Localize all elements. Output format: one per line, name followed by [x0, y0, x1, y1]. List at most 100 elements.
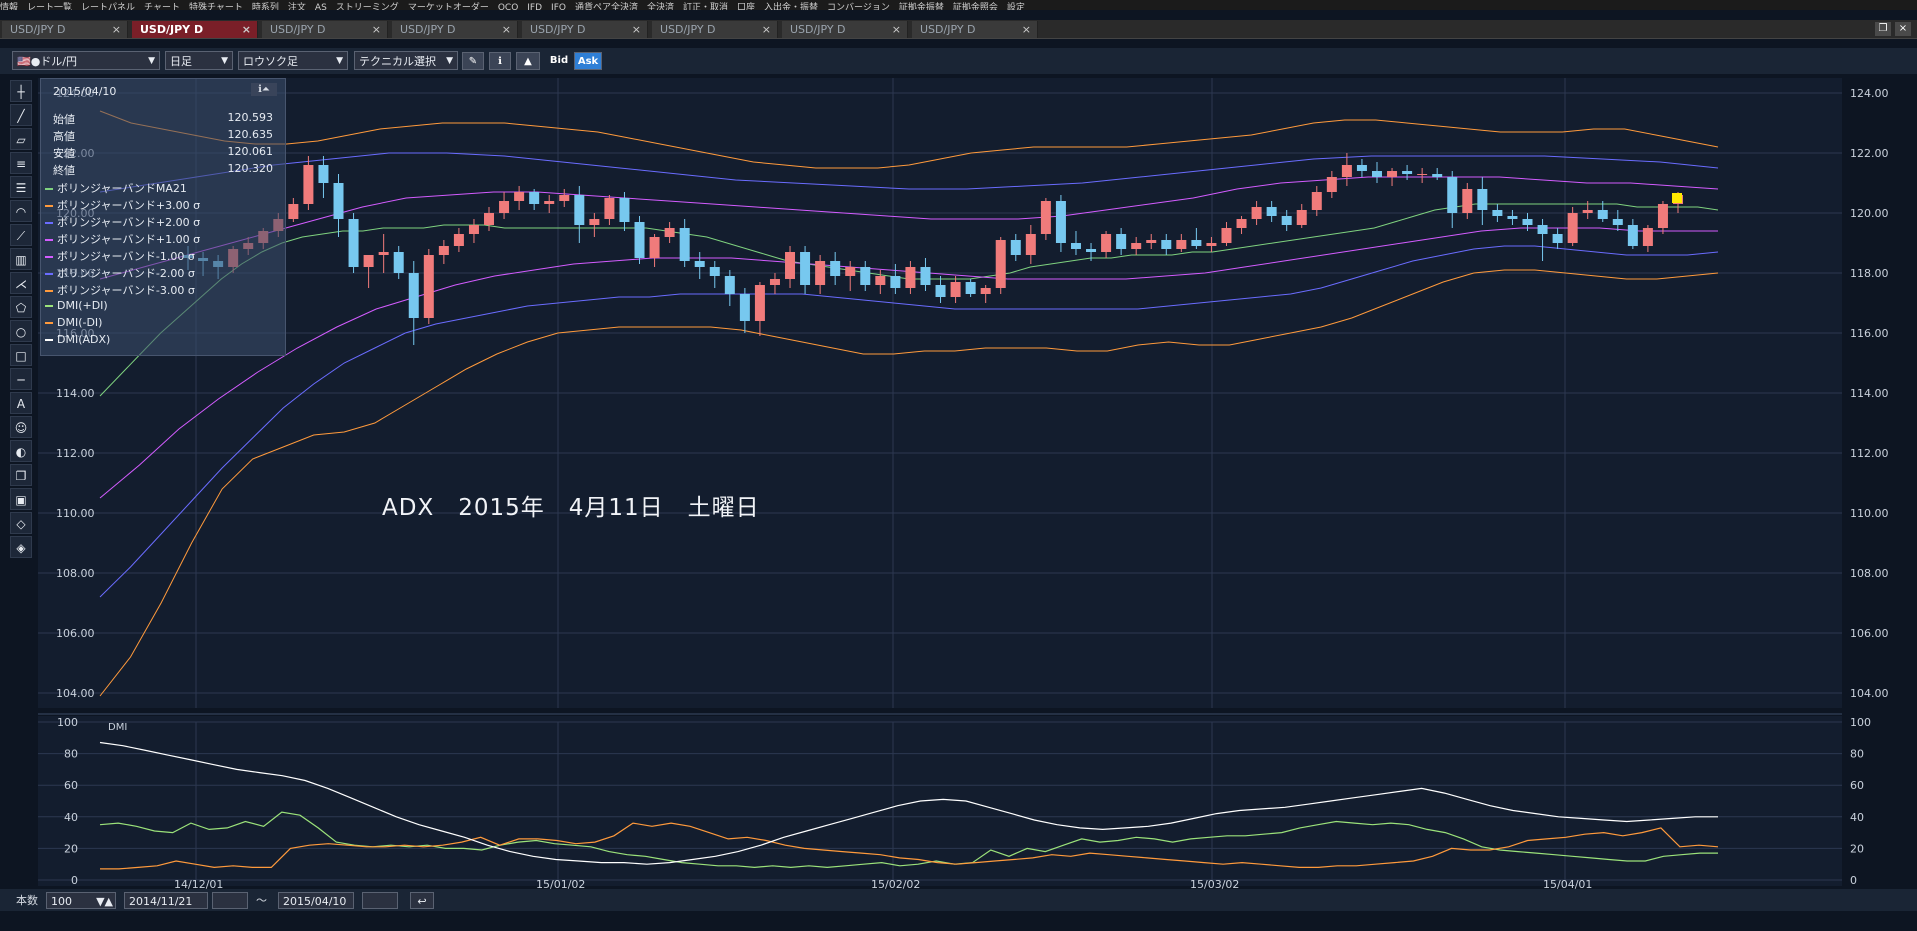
- legend-item[interactable]: ボリンジャーバンド+2.00 σ: [45, 214, 200, 229]
- price-chart[interactable]: 124.00124.00122.00122.00120.00120.00118.…: [0, 0, 1917, 931]
- legend-swatch: [45, 188, 53, 190]
- legend-swatch: [45, 222, 53, 224]
- y-tick-label: 110.00: [1850, 507, 1889, 520]
- legend-item[interactable]: DMI(-DI): [45, 316, 102, 331]
- dmi-y-tick-label: 20: [1850, 842, 1864, 855]
- candle-body: [785, 252, 796, 279]
- legend-label: ボリンジャーバンド+2.00 σ: [57, 216, 201, 229]
- y-tick-label: 116.00: [1850, 327, 1889, 340]
- candle-body: [1657, 204, 1668, 228]
- legend-item[interactable]: ボリンジャーバンド-1.00 σ: [45, 248, 195, 263]
- current-price-marker: [1672, 193, 1682, 203]
- range-bar: 本数 100 ▼▲ 2014/11/21 ～ 2015/04/10 ↩: [0, 889, 1917, 911]
- candle-body: [1025, 234, 1036, 255]
- candle-body: [604, 198, 615, 219]
- candle-body: [1341, 165, 1352, 177]
- info-row: 終値 120.320: [53, 162, 273, 177]
- candle-body: [965, 282, 976, 294]
- info-row: 高値 120.635: [53, 128, 273, 143]
- candle-body: [318, 165, 329, 183]
- legend-label: ボリンジャーバンド-3.00 σ: [57, 284, 195, 297]
- dmi-y-tick-label: 0: [1850, 874, 1857, 887]
- candle-body: [484, 213, 495, 225]
- y-tick-label: 118.00: [1850, 267, 1889, 280]
- candle-body: [1642, 228, 1653, 246]
- collapse-icon[interactable]: ℹ⏶: [251, 83, 277, 96]
- candle-body: [453, 234, 464, 246]
- candle-body: [1387, 171, 1398, 177]
- legend-item[interactable]: ボリンジャーバンド+3.00 σ: [45, 197, 200, 212]
- y-tick-label-left: 108.00: [56, 567, 95, 580]
- legend-item[interactable]: ボリンジャーバンド-2.00 σ: [45, 265, 195, 280]
- tilde-label: ～: [256, 894, 267, 907]
- legend-label: ボリンジャーバンド+3.00 σ: [57, 199, 201, 212]
- candle-body: [724, 276, 735, 294]
- legend-swatch: [45, 205, 53, 207]
- candle-body: [1191, 240, 1202, 246]
- legend-label: DMI(-DI): [57, 316, 103, 329]
- candle-body: [1402, 171, 1413, 174]
- legend-item[interactable]: DMI(+DI): [45, 299, 108, 314]
- legend-label: DMI(ADX): [57, 333, 111, 346]
- y-tick-label-left: 114.00: [56, 387, 95, 400]
- candle-body: [1131, 243, 1142, 249]
- dmi-y-tick-label-left: 20: [64, 842, 78, 855]
- info-value: 120.061: [227, 145, 274, 158]
- candle-body: [1447, 177, 1458, 213]
- legend-item[interactable]: ボリンジャーバンド-3.00 σ: [45, 282, 195, 297]
- legend-swatch: [45, 256, 53, 258]
- y-tick-label: 114.00: [1850, 387, 1889, 400]
- legend-item[interactable]: ボリンジャーバンド+1.00 σ: [45, 231, 200, 246]
- legend-label: DMI(+DI): [57, 299, 108, 312]
- candle-body: [875, 276, 886, 285]
- candle-body: [438, 246, 449, 255]
- candle-body: [1492, 210, 1503, 216]
- candle-body: [574, 195, 585, 225]
- candle-body: [679, 228, 690, 261]
- candle-body: [664, 228, 675, 237]
- candle-body: [288, 204, 299, 219]
- to-time-field[interactable]: [362, 892, 398, 909]
- candle-body: [1296, 210, 1307, 225]
- candle-body: [619, 198, 630, 222]
- candle-body: [1040, 201, 1051, 234]
- candle-body: [1537, 225, 1548, 234]
- from-date-field[interactable]: 2014/11/21: [124, 892, 208, 909]
- candle-body: [739, 294, 750, 321]
- spinner-icon[interactable]: ▼▲: [96, 893, 113, 910]
- candle-body: [529, 192, 540, 204]
- candle-body: [333, 183, 344, 219]
- candle-body: [920, 267, 931, 285]
- legend-swatch: [45, 322, 53, 324]
- count-spinner[interactable]: 100 ▼▲: [46, 892, 116, 909]
- candle-body: [1507, 216, 1518, 219]
- dmi-y-tick-label: 60: [1850, 779, 1864, 792]
- candle-body: [1627, 225, 1638, 246]
- legend-swatch: [45, 290, 53, 292]
- y-tick-label-left: 112.00: [56, 447, 95, 460]
- legend-item[interactable]: ボリンジャーバンドMA21: [45, 180, 187, 195]
- reload-icon[interactable]: ↩: [410, 892, 434, 909]
- legend-item[interactable]: DMI(ADX): [45, 333, 110, 348]
- candle-body: [980, 288, 991, 294]
- candle-body: [649, 237, 660, 258]
- candle-body: [499, 201, 510, 213]
- candle-body: [1597, 210, 1608, 219]
- candle-body: [559, 195, 570, 201]
- candle-body: [423, 255, 434, 318]
- legend-label: ボリンジャーバンド-2.00 σ: [57, 267, 195, 280]
- candle-body: [905, 267, 916, 288]
- candle-body: [1236, 219, 1247, 228]
- y-tick-label: 104.00: [1850, 687, 1889, 700]
- from-time-field[interactable]: [212, 892, 248, 909]
- candle-body: [769, 279, 780, 285]
- to-date-field[interactable]: 2015/04/10: [278, 892, 354, 909]
- candle-body: [1010, 240, 1021, 255]
- candle-body: [815, 261, 826, 285]
- candle-body: [408, 273, 419, 318]
- info-value: 120.320: [227, 162, 274, 175]
- candle-body: [1371, 171, 1382, 177]
- to-date-value: 2015/04/10: [283, 895, 347, 908]
- candle-body: [1266, 207, 1277, 216]
- y-tick-label: 112.00: [1850, 447, 1889, 460]
